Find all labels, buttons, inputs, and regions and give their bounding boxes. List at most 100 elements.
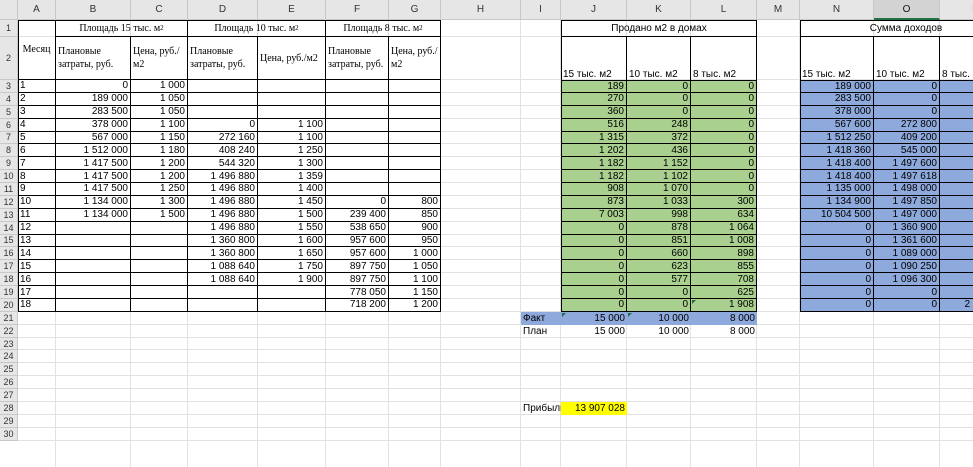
- row-header-10[interactable]: 10: [0, 170, 18, 184]
- income-cell[interactable]: 0: [940, 118, 973, 132]
- table-cell[interactable]: [131, 273, 188, 287]
- sold-cell[interactable]: 0: [627, 92, 691, 106]
- table-cell[interactable]: 272 160: [188, 131, 258, 145]
- income-cell[interactable]: 1 418 360: [800, 144, 874, 158]
- income-cell[interactable]: 0: [874, 105, 940, 119]
- column-header-H[interactable]: H: [441, 0, 521, 20]
- month-cell[interactable]: 2: [18, 92, 56, 106]
- income-cell[interactable]: 10 504 500: [800, 208, 874, 222]
- income-cell[interactable]: 0: [874, 298, 940, 312]
- sold-cell[interactable]: 372: [627, 131, 691, 145]
- income-cell[interactable]: 545 000: [874, 144, 940, 158]
- table-cell[interactable]: 1 000: [131, 80, 188, 93]
- row-header-16[interactable]: 16: [0, 247, 18, 261]
- sold-cell[interactable]: 0: [561, 234, 627, 248]
- table-cell[interactable]: 1 134 000: [56, 208, 131, 222]
- table-cell[interactable]: 850: [389, 208, 441, 222]
- table-cell[interactable]: 1 400: [258, 183, 326, 196]
- sold-cell[interactable]: 0: [627, 298, 691, 312]
- table-cell[interactable]: 1 496 880: [188, 183, 258, 196]
- table-cell[interactable]: 1 088 640: [188, 273, 258, 287]
- table-cell[interactable]: [188, 92, 258, 106]
- table-cell[interactable]: 1 100: [389, 273, 441, 287]
- profit-value[interactable]: 13 907 028: [561, 402, 627, 415]
- table-cell[interactable]: 1 600: [258, 234, 326, 248]
- table-cell[interactable]: [188, 105, 258, 119]
- sold-cell[interactable]: 898: [691, 247, 757, 261]
- table-cell[interactable]: 538 650: [326, 221, 389, 235]
- income-cell[interactable]: 240 000: [940, 195, 973, 209]
- table-cell[interactable]: [56, 221, 131, 235]
- month-cell[interactable]: 4: [18, 118, 56, 132]
- table-cell[interactable]: [389, 183, 441, 196]
- table-cell[interactable]: [56, 260, 131, 274]
- table-cell[interactable]: 544 320: [188, 157, 258, 171]
- income-cell[interactable]: 0: [874, 80, 940, 93]
- income-cell[interactable]: 957 600: [940, 234, 973, 248]
- table-cell[interactable]: 1 650: [258, 247, 326, 261]
- table-cell[interactable]: [56, 234, 131, 248]
- sold-cell[interactable]: 623: [627, 260, 691, 274]
- income-cell[interactable]: 0: [940, 183, 973, 196]
- table-cell[interactable]: 1 496 880: [188, 221, 258, 235]
- table-cell[interactable]: 1 359: [258, 170, 326, 184]
- income-cell[interactable]: 0: [800, 298, 874, 312]
- sold-cell[interactable]: 998: [627, 208, 691, 222]
- table-cell[interactable]: 1 500: [131, 208, 188, 222]
- column-header-O[interactable]: O: [874, 0, 940, 20]
- plan-value[interactable]: 10 000: [627, 325, 691, 338]
- income-cell[interactable]: 1 497 600: [874, 157, 940, 171]
- row-header-30[interactable]: 30: [0, 427, 18, 441]
- table-cell[interactable]: [326, 131, 389, 145]
- month-cell[interactable]: 17: [18, 286, 56, 299]
- sold-cell[interactable]: 0: [691, 118, 757, 132]
- month-cell[interactable]: 7: [18, 157, 56, 171]
- table-cell[interactable]: 0: [326, 195, 389, 209]
- sold-cell[interactable]: 0: [691, 131, 757, 145]
- income-cell[interactable]: 0: [874, 286, 940, 299]
- table-cell[interactable]: 957 600: [326, 247, 389, 261]
- row-header-21[interactable]: 21: [0, 311, 18, 325]
- row-header-28[interactable]: 28: [0, 402, 18, 415]
- sold-cell[interactable]: 516: [561, 118, 627, 132]
- sold-cell[interactable]: 577: [627, 273, 691, 287]
- income-cell[interactable]: 1 512 250: [800, 131, 874, 145]
- table-cell[interactable]: 1 134 000: [56, 195, 131, 209]
- income-cell[interactable]: 1 134 900: [800, 195, 874, 209]
- table-cell[interactable]: [389, 105, 441, 119]
- table-cell[interactable]: [56, 247, 131, 261]
- row-header-26[interactable]: 26: [0, 376, 18, 390]
- column-header-K[interactable]: K: [627, 0, 691, 20]
- sold-cell[interactable]: 0: [627, 105, 691, 119]
- sold-cell[interactable]: 1 102: [627, 170, 691, 184]
- sold-cell[interactable]: 908: [561, 183, 627, 196]
- table-cell[interactable]: [389, 92, 441, 106]
- sold-cell[interactable]: 0: [627, 80, 691, 93]
- table-cell[interactable]: [131, 286, 188, 299]
- spreadsheet[interactable]: ABCDEFGHIJKLMNOP123456789101112131415161…: [0, 0, 973, 467]
- table-cell[interactable]: 0: [56, 80, 131, 93]
- table-cell[interactable]: [326, 157, 389, 171]
- sold-cell[interactable]: 1 202: [561, 144, 627, 158]
- table-cell[interactable]: [131, 247, 188, 261]
- table-cell[interactable]: [188, 80, 258, 93]
- column-header-F[interactable]: F: [326, 0, 389, 20]
- sold-cell[interactable]: 0: [561, 273, 627, 287]
- table-cell[interactable]: [56, 286, 131, 299]
- sold-cell[interactable]: 300: [691, 195, 757, 209]
- sold-cell[interactable]: 270: [561, 92, 627, 106]
- table-cell[interactable]: 957 600: [326, 234, 389, 248]
- table-cell[interactable]: 1 450: [258, 195, 326, 209]
- month-cell[interactable]: 18: [18, 298, 56, 312]
- month-cell[interactable]: 11: [18, 208, 56, 222]
- row-header-15[interactable]: 15: [0, 234, 18, 248]
- table-cell[interactable]: 567 000: [56, 131, 131, 145]
- sold-cell[interactable]: 0: [627, 286, 691, 299]
- month-cell[interactable]: 5: [18, 131, 56, 145]
- income-cell[interactable]: 0: [940, 105, 973, 119]
- sold-cell[interactable]: 1 070: [627, 183, 691, 196]
- table-cell[interactable]: 1 200: [389, 298, 441, 312]
- sold-cell[interactable]: 0: [691, 80, 757, 93]
- sold-cell[interactable]: 625: [691, 286, 757, 299]
- table-cell[interactable]: 778 050: [326, 286, 389, 299]
